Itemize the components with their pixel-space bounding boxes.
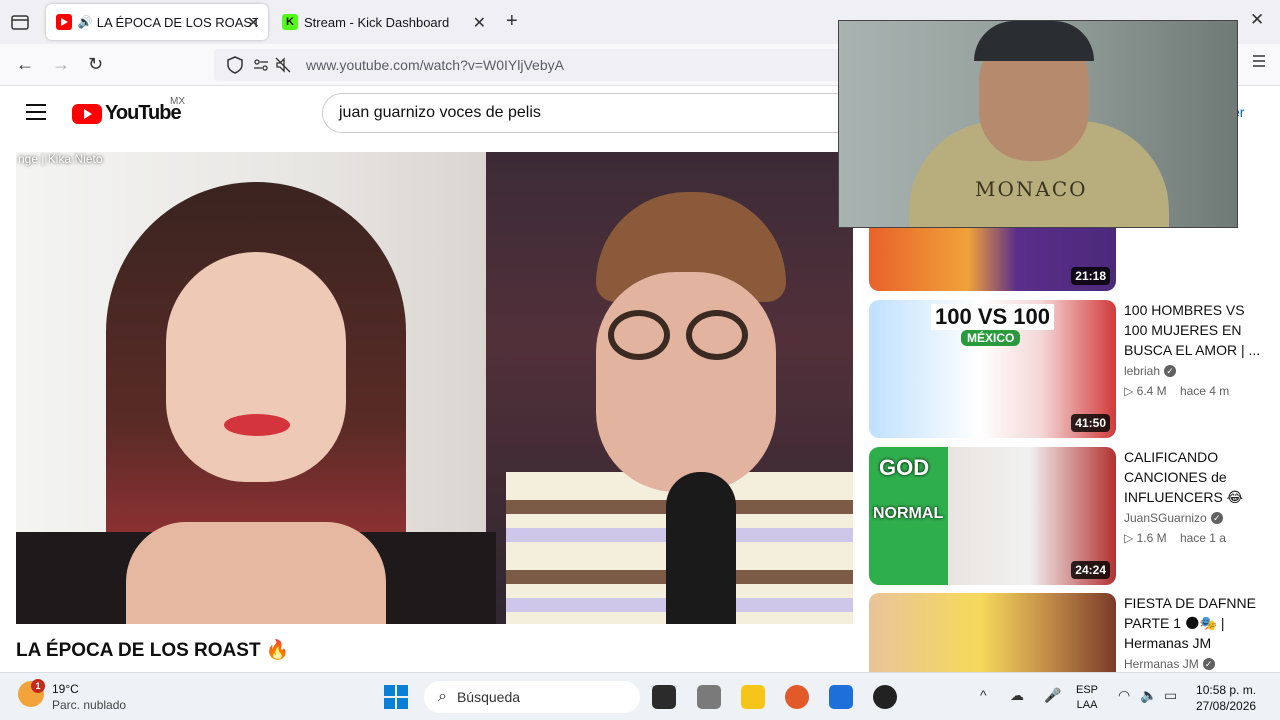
recommendation-info: CALIFICANDO CANCIONES de INFLUENCERS 😂 J… <box>1124 447 1264 545</box>
upload-age: hace 1 a <box>1179 531 1226 545</box>
kick-favicon-icon: K <box>282 14 298 30</box>
recommendation-item[interactable]: FIESTA DE DAFNNE PARTE 1 🌑🎭 | Hermanas J… <box>869 593 1269 672</box>
verified-check-icon: ✓ <box>1202 658 1215 670</box>
verified-check-icon: ✓ <box>1164 365 1177 377</box>
country-code: MX <box>170 96 185 107</box>
video-meta: ▷ 1.6 M hace 1 a <box>1124 531 1264 545</box>
recommendation-title[interactable]: 100 HOMBRES VS 100 MUJERES EN BUSCA EL A… <box>1124 300 1264 360</box>
search-input[interactable]: juan guarnizo voces de pelis <box>322 93 862 133</box>
obs-icon[interactable] <box>873 685 897 709</box>
video-thumbnail[interactable] <box>869 593 1116 672</box>
app-menu-icon[interactable] <box>1252 54 1266 68</box>
microphone-icon[interactable]: 🎤 <box>1044 687 1061 704</box>
video-player[interactable]: nge | Kika Nieto <box>16 152 853 624</box>
video-overlay-text: nge | Kika Nieto <box>18 152 103 166</box>
video-title: LA ÉPOCA DE LOS ROAST 🔥 <box>16 640 290 661</box>
recommendation-title[interactable]: CALIFICANDO CANCIONES de INFLUENCERS 😂 <box>1124 447 1264 507</box>
hoodie-text: MONACO <box>975 177 1088 201</box>
close-window-icon[interactable]: ✕ <box>1250 10 1264 30</box>
recommendation-info: 100 HOMBRES VS 100 MUJERES EN BUSCA EL A… <box>1124 300 1264 398</box>
channel-row: lebriah ✓ <box>1124 364 1264 378</box>
youtube-logo[interactable]: YouTube MX <box>72 96 185 125</box>
show-hidden-icons-icon[interactable]: ^ <box>980 687 987 703</box>
weather-condition: Parc. nublado <box>52 698 127 712</box>
views-icon: ▷ <box>1124 384 1137 398</box>
recommendation-item[interactable]: 100 VS 100 MÉXICO 41:50 100 HOMBRES VS 1… <box>869 300 1269 438</box>
recommendation-item[interactable]: GOD NORMAL 24:24 CALIFICANDO CANCIONES d… <box>869 447 1269 585</box>
temperature: 19°C <box>52 682 79 696</box>
duration-badge: 21:18 <box>1071 267 1110 285</box>
search-query: juan guarnizo voces de pelis <box>339 104 541 121</box>
channel-name[interactable]: JuanSGuarnizo <box>1124 511 1207 525</box>
weather-widget[interactable]: 1 19°C Parc. nublado <box>18 679 127 713</box>
duration-badge: 24:24 <box>1071 561 1110 579</box>
autoplay-blocked-icon[interactable] <box>274 56 292 74</box>
firefox-icon[interactable] <box>785 685 809 709</box>
thumbnail-text: GOD <box>879 455 930 480</box>
channel-row: JuanSGuarnizo ✓ <box>1124 511 1264 525</box>
weather-icon: 1 <box>18 679 45 707</box>
recommendation-info: FIESTA DE DAFNNE PARTE 1 🌑🎭 | Hermanas J… <box>1124 593 1264 671</box>
keyboard-layout: LAA <box>1076 699 1098 711</box>
video-thumbnail[interactable]: GOD NORMAL 24:24 <box>869 447 1116 585</box>
recommendation-title[interactable]: FIESTA DE DAFNNE PARTE 1 🌑🎭 | Hermanas J… <box>1124 593 1264 653</box>
guide-menu-icon[interactable] <box>26 104 46 120</box>
language-indicator[interactable]: ESP LAA <box>1076 683 1098 713</box>
channel-name[interactable]: lebriah <box>1124 364 1160 378</box>
tab-label: LA ÉPOCA DE LOS ROAST <box>96 14 258 30</box>
list-all-tabs-icon[interactable] <box>10 12 30 32</box>
url-text: www.youtube.com/watch?v=W0IYljVebyA <box>306 57 564 73</box>
address-bar[interactable]: www.youtube.com/watch?v=W0IYljVebyA <box>214 49 854 81</box>
webcam-overlay: MONACO <box>838 20 1238 228</box>
reload-icon[interactable]: ↻ <box>88 54 103 75</box>
onedrive-icon[interactable]: ☁ <box>1010 687 1024 704</box>
taskbar: 1 19°C Parc. nublado ⌕ Búsqueda ^ ☁ 🎤 ES… <box>0 672 1280 720</box>
back-arrow-icon[interactable]: ← <box>16 54 34 75</box>
close-tab-icon[interactable]: ✕ <box>473 13 486 33</box>
video-meta: ▷ 6.4 M hace 4 m <box>1124 384 1264 398</box>
start-button[interactable] <box>384 685 408 709</box>
battery-icon[interactable]: ▭ <box>1164 687 1177 704</box>
thumbnail-subtext: NORMAL <box>873 505 944 522</box>
verified-check-icon: ✓ <box>1210 512 1223 524</box>
shield-icon[interactable] <box>226 56 244 74</box>
search-placeholder: Búsqueda <box>456 689 521 705</box>
app-icon[interactable] <box>697 685 721 709</box>
youtube-play-icon <box>72 103 102 124</box>
search-icon: ⌕ <box>438 688 447 705</box>
language-code: ESP <box>1076 684 1099 696</box>
store-icon[interactable] <box>829 685 853 709</box>
date: 27/08/2026 <box>1196 699 1257 713</box>
taskbar-search[interactable]: ⌕ Búsqueda <box>424 681 640 713</box>
volume-icon[interactable]: 🔈 <box>1140 687 1157 704</box>
youtube-favicon-icon <box>56 14 72 30</box>
permissions-icon[interactable] <box>252 56 270 74</box>
close-tab-icon[interactable]: ✕ <box>247 13 260 33</box>
view-count: 6.4 M <box>1136 384 1167 398</box>
thumbnail-subtext: MÉXICO <box>961 330 1021 346</box>
notification-badge: 1 <box>31 679 45 693</box>
views-icon: ▷ <box>1124 531 1137 545</box>
thumbnail-text: 100 VS 100 <box>931 304 1054 330</box>
file-explorer-icon[interactable] <box>741 685 765 709</box>
microphone <box>666 472 736 624</box>
speaker-icon[interactable]: 🔊 <box>78 15 93 29</box>
new-tab-icon[interactable]: + <box>506 10 518 33</box>
wifi-icon[interactable]: ◠ <box>1118 687 1130 704</box>
time: 10:58 p. m. <box>1196 683 1257 697</box>
duration-badge: 41:50 <box>1071 414 1110 432</box>
forward-arrow-icon[interactable]: → <box>52 54 70 75</box>
task-view-icon[interactable] <box>652 685 676 709</box>
channel-name[interactable]: Hermanas JM <box>1124 657 1199 671</box>
view-count: 1.6 M <box>1136 531 1167 545</box>
video-thumbnail[interactable]: 100 VS 100 MÉXICO 41:50 <box>869 300 1116 438</box>
tab-youtube[interactable]: 🔊 LA ÉPOCA DE LOS ROAST ✕ <box>46 4 268 40</box>
channel-row: Hermanas JM ✓ <box>1124 657 1264 671</box>
tab-label: Stream - Kick Dashboard <box>304 14 450 30</box>
tab-kick[interactable]: K Stream - Kick Dashboard ✕ <box>272 4 494 40</box>
upload-age: hace 4 m <box>1179 384 1230 398</box>
clock[interactable]: 10:58 p. m. 27/08/2026 <box>1196 682 1256 714</box>
